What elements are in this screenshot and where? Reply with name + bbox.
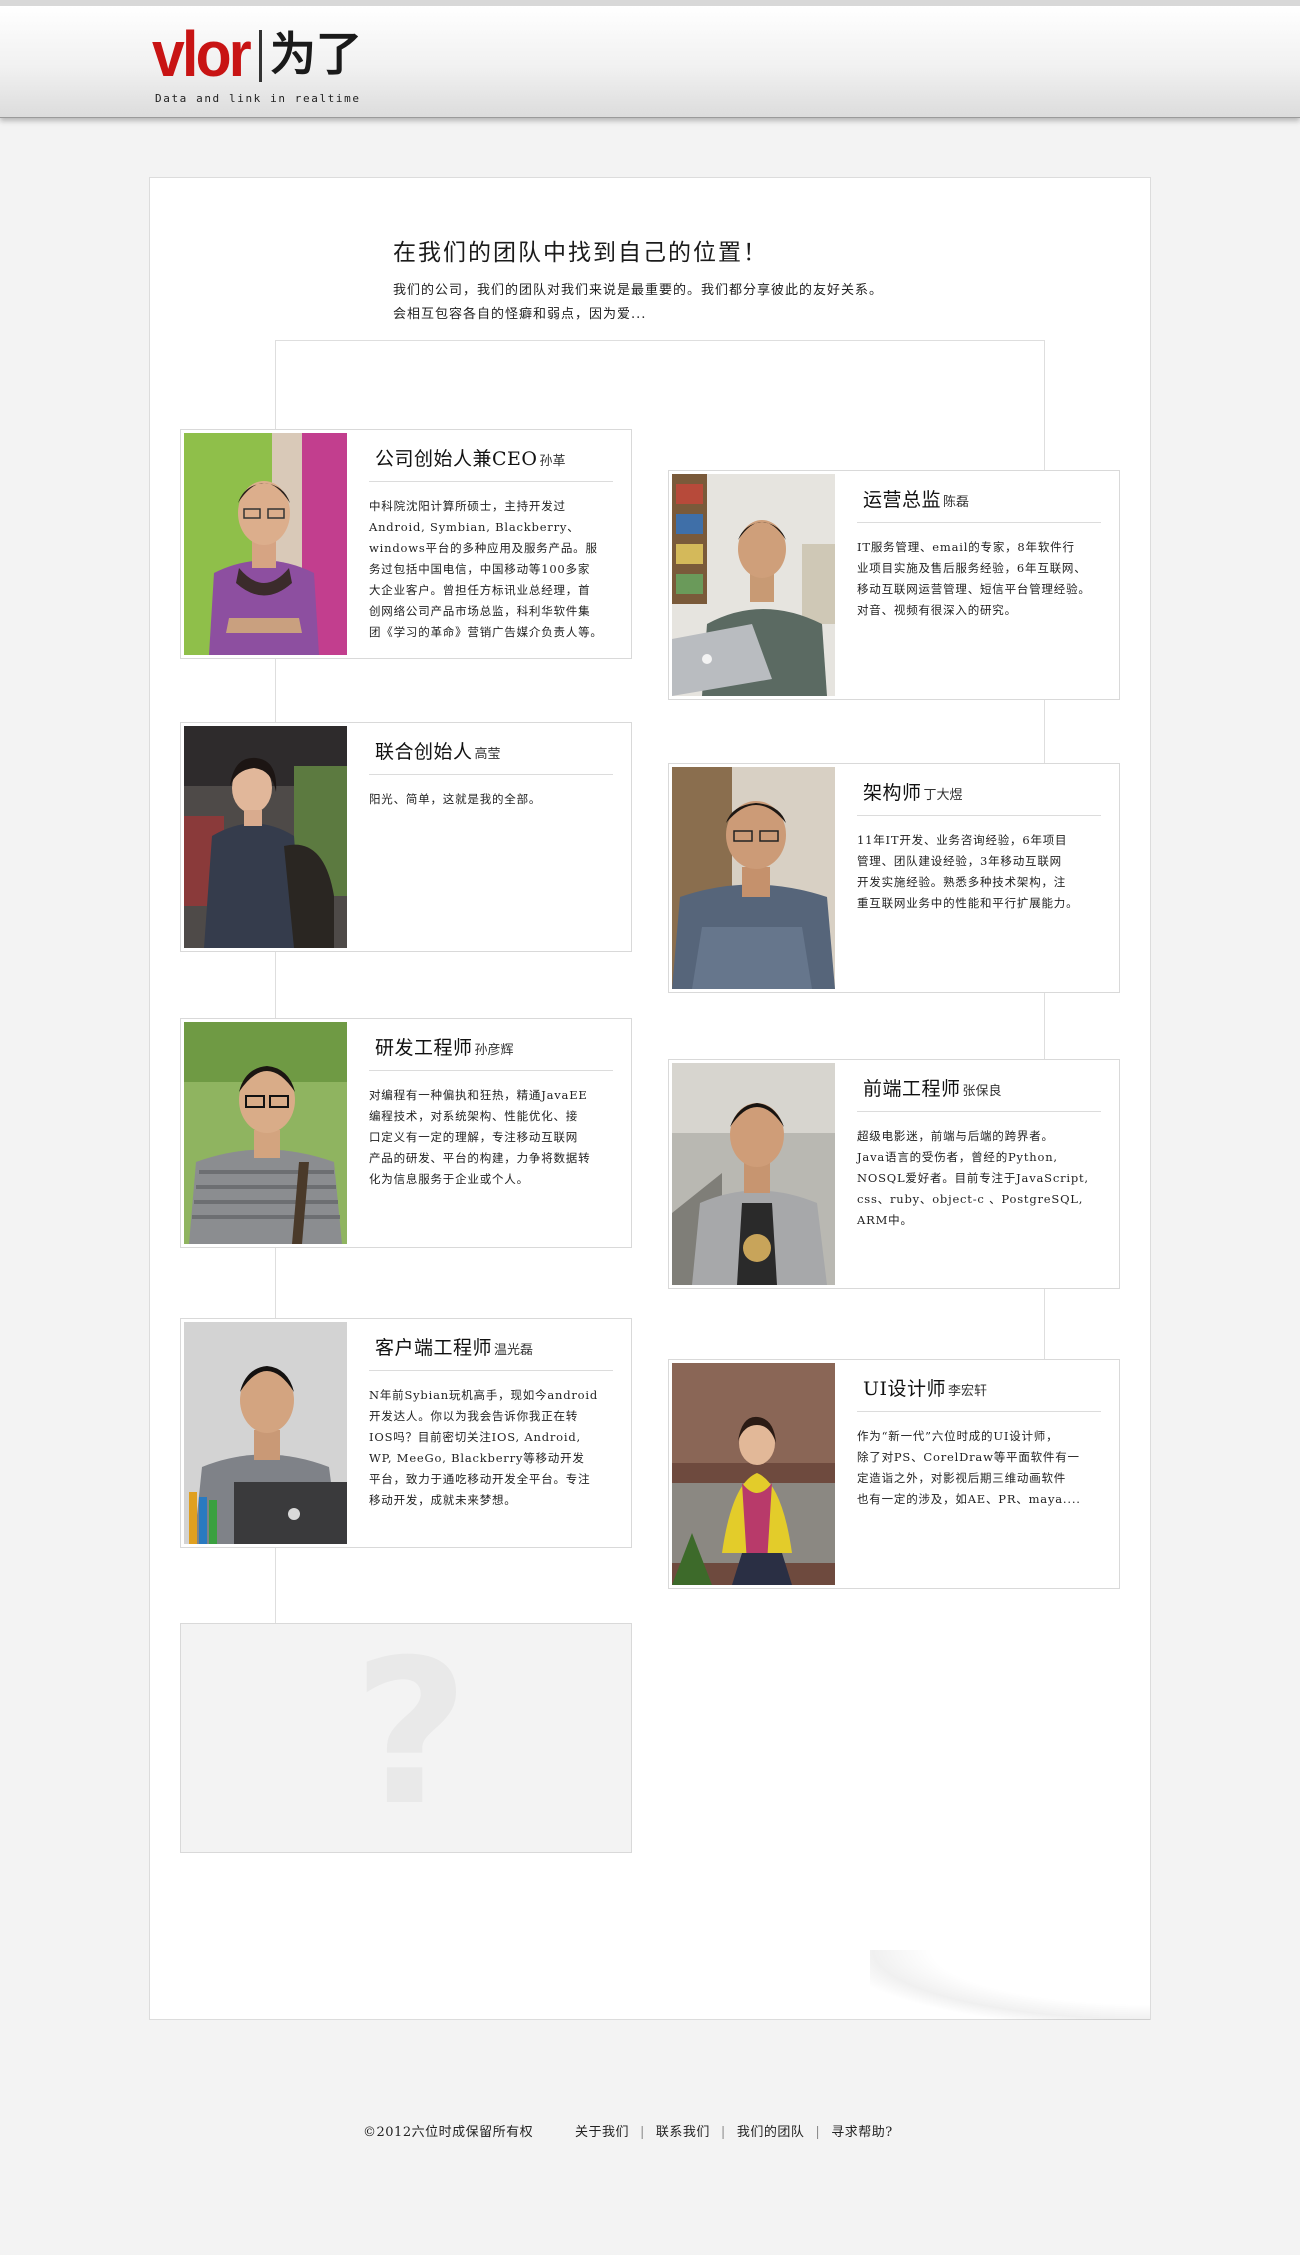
member-photo	[672, 767, 835, 989]
footer-link-help[interactable]: 寻求帮助?	[831, 2125, 892, 2140]
member-header: 客户端工程师 温光磊	[369, 1333, 613, 1371]
team-card-architect[interactable]: 架构师 丁大煜 11年IT开发、业务咨询经验，6年项目 管理、团队建设经验，3年移…	[668, 763, 1120, 993]
logo-wordmark: vlor	[152, 18, 252, 90]
member-header: 联合创始人 高莹	[369, 737, 613, 775]
team-card-ui-designer[interactable]: UI设计师 李宏轩 作为“新一代”六位时成的UI设计师， 除了对PS、CorelD…	[668, 1359, 1120, 1589]
member-name: 孙彦辉	[474, 1043, 514, 1058]
logo-tagline: Data and link in realtime	[155, 92, 361, 105]
timeline-top-line	[275, 340, 1045, 341]
member-description: IT服务管理、email的专家，8年软件行 业项目实施及售后服务经验，6年互联网…	[857, 540, 1091, 617]
team-card-frontend-engineer[interactable]: 前端工程师 张保良 超级电影迷，前端与后端的跨界者。 Java语言的受伤者，曾经的…	[668, 1059, 1120, 1289]
member-photo	[672, 1363, 835, 1585]
member-photo	[672, 1063, 835, 1285]
member-description: 中科院沈阳计算所硕士，主持开发过 Android, Symbian, Black…	[369, 499, 603, 639]
member-header: 公司创始人兼CEO 孙革	[369, 444, 613, 482]
member-name: 陈磊	[943, 495, 970, 510]
member-role: 研发工程师	[375, 1037, 473, 1059]
member-photo	[184, 1322, 347, 1544]
intro-text-line-1: 我们的公司，我们的团队对我们来说是最重要的。我们都分享彼此的友好关系。	[393, 283, 884, 298]
member-header: 研发工程师 孙彦辉	[369, 1033, 613, 1071]
footer-link-contact[interactable]: 联系我们	[656, 2125, 710, 2140]
member-name: 孙革	[539, 454, 566, 469]
member-role: 联合创始人	[375, 741, 473, 763]
team-card-client-engineer[interactable]: 客户端工程师 温光磊 N年前Sybian玩机高手，现如今android 开发达人。…	[180, 1318, 632, 1548]
member-header: 运营总监 陈磊	[857, 485, 1101, 523]
copyright-text: ©2012六位时成保留所有权	[363, 2125, 534, 2140]
member-header: UI设计师 李宏轩	[857, 1374, 1101, 1412]
member-photo	[184, 433, 347, 655]
member-description: 超级电影迷，前端与后端的跨界者。 Java语言的受伤者，曾经的Python, N…	[857, 1129, 1089, 1227]
logo-chinese: 为了	[270, 27, 362, 81]
member-photo	[184, 1022, 347, 1244]
member-header: 架构师 丁大煜	[857, 778, 1101, 816]
member-name: 高莹	[474, 747, 501, 762]
member-description: N年前Sybian玩机高手，现如今android 开发达人。你以为我会告诉你我正…	[369, 1388, 599, 1507]
footer-separator: |	[640, 2125, 645, 2140]
member-description: 对编程有一种偏执和狂热，精通JavaEE 编程技术，对系统架构、性能优化、接 口…	[369, 1088, 591, 1186]
site-header: vlor 为了 Data and link in realtime	[0, 0, 1300, 118]
member-header: 前端工程师 张保良	[857, 1074, 1101, 1112]
member-role: 运营总监	[863, 489, 942, 511]
footer-link-about[interactable]: 关于我们	[575, 2125, 629, 2140]
member-role: 架构师	[863, 782, 922, 804]
footer-links: 关于我们 | 联系我们 | 我们的团队 | 寻求帮助?	[575, 2121, 893, 2140]
member-photo	[184, 726, 347, 948]
question-mark-icon: ?	[352, 1617, 469, 1850]
site-footer: ©2012六位时成保留所有权 关于我们 | 联系我们 | 我们的团队 | 寻求帮助?	[0, 2118, 1300, 2142]
member-name: 丁大煜	[923, 788, 963, 803]
member-role: 前端工程师	[863, 1078, 961, 1100]
logo-divider	[259, 30, 262, 82]
footer-separator: |	[720, 2125, 726, 2140]
member-name: 温光磊	[494, 1343, 534, 1358]
site-logo[interactable]: vlor 为了 Data and link in realtime	[152, 22, 392, 112]
intro-text-line-2: 会相互包容各自的怪癖和弱点，因为爱...	[393, 307, 647, 322]
member-role: UI设计师	[863, 1378, 947, 1400]
member-name: 李宏轩	[948, 1384, 988, 1399]
member-role: 公司创始人兼CEO	[375, 448, 538, 470]
member-description: 阳光、简单，这就是我的全部。	[369, 792, 542, 806]
footer-link-team[interactable]: 我们的团队	[737, 2125, 805, 2140]
member-photo	[672, 474, 835, 696]
open-position-card[interactable]: ?	[180, 1617, 632, 1853]
page-title: 在我们的团队中找到自己的位置！	[393, 240, 768, 266]
member-description: 11年IT开发、业务咨询经验，6年项目 管理、团队建设经验，3年移动互联网 开发…	[857, 833, 1079, 910]
team-card-operations-director[interactable]: 运营总监 陈磊 IT服务管理、email的专家，8年软件行 业项目实施及售后服务经…	[668, 470, 1120, 700]
team-card-cofounder[interactable]: 联合创始人 高莹 阳光、简单，这就是我的全部。	[180, 722, 632, 952]
footer-separator: |	[815, 2125, 821, 2140]
team-card-ceo[interactable]: 公司创始人兼CEO 孙革 中科院沈阳计算所硕士，主持开发过 Android, Sy…	[180, 429, 632, 659]
member-description: 作为“新一代”六位时成的UI设计师， 除了对PS、CorelDraw等平面软件有…	[857, 1429, 1081, 1506]
team-card-rd-engineer[interactable]: 研发工程师 孙彦辉 对编程有一种偏执和狂热，精通JavaEE 编程技术，对系统架构…	[180, 1018, 632, 1248]
member-role: 客户端工程师	[375, 1337, 493, 1359]
member-name: 张保良	[962, 1084, 1002, 1099]
